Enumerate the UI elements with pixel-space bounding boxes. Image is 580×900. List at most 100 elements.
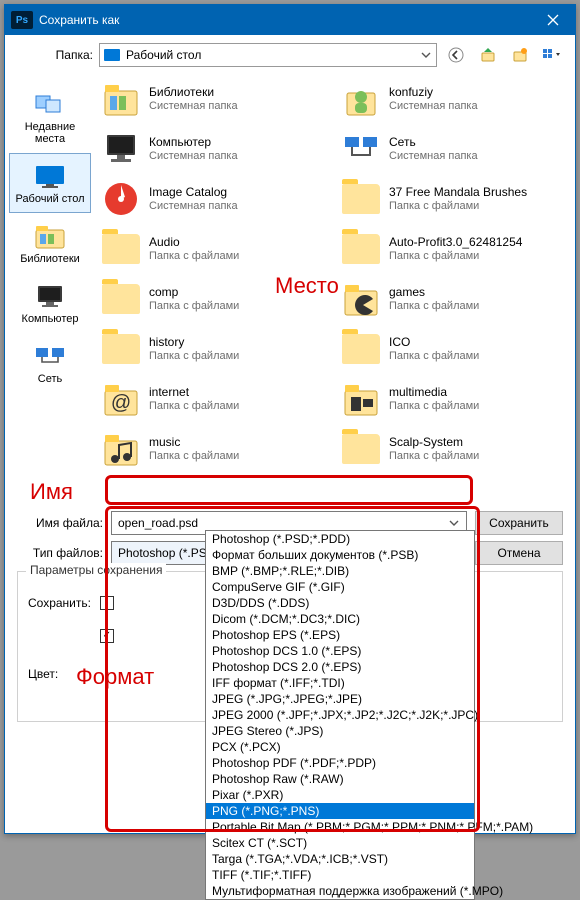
file-name: Auto-Profit3.0_62481254 (389, 235, 522, 250)
filetype-option[interactable]: Scitex CT (*.SCT) (206, 835, 474, 851)
file-sub: Системная папка (389, 100, 478, 114)
filetype-option[interactable]: Photoshop EPS (*.EPS) (206, 627, 474, 643)
file-name: 37 Free Mandala Brushes (389, 185, 527, 200)
file-item[interactable]: musicПапка с файлами (101, 429, 335, 469)
net-icon (341, 129, 381, 169)
folder-icon (101, 329, 141, 369)
file-name: Сеть (389, 135, 478, 150)
filetype-option[interactable]: Photoshop Raw (*.RAW) (206, 771, 474, 787)
file-item[interactable]: ICOПапка с файлами (341, 329, 575, 369)
sidebar-item-recent[interactable]: Недавние места (5, 81, 95, 153)
games-icon (341, 279, 381, 319)
folder-icon (341, 229, 381, 269)
file-name: history (149, 335, 239, 350)
file-item[interactable]: AudioПапка с файлами (101, 229, 335, 269)
folder-combo[interactable]: Рабочий стол (99, 43, 437, 67)
filetype-option[interactable]: Мультиформатная поддержка изображений (*… (206, 883, 474, 899)
sidebar-item-net[interactable]: Сеть (5, 333, 95, 393)
sidebar-item-label: Компьютер (22, 313, 79, 325)
sidebar-item-pc[interactable]: Компьютер (5, 273, 95, 333)
net-icon (32, 341, 68, 371)
file-sub: Системная папка (149, 150, 238, 164)
file-item[interactable]: 37 Free Mandala BrushesПапка с файлами (341, 179, 575, 219)
checkbox[interactable] (100, 596, 114, 610)
folder-icon (341, 329, 381, 369)
file-sub: Системная папка (149, 100, 238, 114)
filetype-label: Тип файлов: (17, 546, 103, 560)
file-item[interactable]: @internetПапка с файлами (101, 379, 335, 419)
file-item[interactable]: gamesПапка с файлами (341, 279, 575, 319)
file-item[interactable]: historyПапка с файлами (101, 329, 335, 369)
internet-icon: @ (101, 379, 141, 419)
up-button[interactable] (475, 43, 501, 67)
folder-label: Папка: (15, 48, 93, 62)
filetype-option[interactable]: Photoshop PDF (*.PDF;*.PDP) (206, 755, 474, 771)
catalog-icon (101, 179, 141, 219)
sidebar-item-label: Сеть (38, 373, 62, 385)
filetype-option[interactable]: IFF формат (*.IFF;*.TDI) (206, 675, 474, 691)
folder-value: Рабочий стол (126, 48, 201, 62)
file-area[interactable]: БиблиотекиСистемная папкаkonfuziyСистемн… (95, 75, 575, 505)
filetype-option[interactable]: Photoshop DCS 1.0 (*.EPS) (206, 643, 474, 659)
filetype-dropdown[interactable]: Photoshop (*.PSD;*.PDD)Формат больших до… (205, 530, 475, 900)
checkbox-checked[interactable]: ✓ (100, 629, 114, 643)
filetype-option[interactable]: JPEG 2000 (*.JPF;*.JPX;*.JP2;*.J2C;*.J2K… (206, 707, 474, 723)
file-sub: Папка с файлами (389, 400, 479, 414)
file-name: Компьютер (149, 135, 238, 150)
filetype-option[interactable]: Portable Bit Map (*.PBM;*.PGM;*.PPM;*.PN… (206, 819, 474, 835)
filetype-option[interactable]: CompuServe GIF (*.GIF) (206, 579, 474, 595)
file-item[interactable]: konfuziyСистемная папка (341, 79, 575, 119)
music-icon (101, 429, 141, 469)
file-name: Audio (149, 235, 239, 250)
sidebar-item-label: Рабочий стол (15, 193, 84, 205)
file-sub: Системная папка (389, 150, 478, 164)
file-item[interactable]: СетьСистемная папка (341, 129, 575, 169)
filename-label: Имя файла: (17, 516, 103, 530)
filetype-option[interactable]: BMP (*.BMP;*.RLE;*.DIB) (206, 563, 474, 579)
filetype-option[interactable]: D3D/DDS (*.DDS) (206, 595, 474, 611)
sidebar-item-label: Недавние места (25, 121, 76, 145)
file-item[interactable]: БиблиотекиСистемная папка (101, 79, 335, 119)
file-name: konfuziy (389, 85, 478, 100)
file-name: Scalp-System (389, 435, 479, 450)
sidebar-item-libs[interactable]: Библиотеки (5, 213, 95, 273)
new-folder-button[interactable] (507, 43, 533, 67)
file-item[interactable]: КомпьютерСистемная папка (101, 129, 335, 169)
file-item[interactable]: Scalp-SystemПапка с файлами (341, 429, 575, 469)
cancel-button[interactable]: Отмена (475, 541, 563, 565)
color-sub-label: Цвет: (28, 667, 92, 681)
file-name: ICO (389, 335, 479, 350)
view-menu-button[interactable] (539, 43, 565, 67)
file-item[interactable]: Auto-Profit3.0_62481254Папка с файлами (341, 229, 575, 269)
filetype-option[interactable]: JPEG Stereo (*.JPS) (206, 723, 474, 739)
filetype-option[interactable]: JPEG (*.JPG;*.JPEG;*.JPE) (206, 691, 474, 707)
file-sub: Папка с файлами (389, 300, 479, 314)
filetype-option[interactable]: Dicom (*.DCM;*.DC3;*.DIC) (206, 611, 474, 627)
back-button[interactable] (443, 43, 469, 67)
libs-icon (101, 79, 141, 119)
filetype-option[interactable]: TIFF (*.TIF;*.TIFF) (206, 867, 474, 883)
pc-icon (101, 129, 141, 169)
user-icon (341, 79, 381, 119)
sidebar-item-desktop[interactable]: Рабочий стол (9, 153, 91, 213)
filetype-option[interactable]: PCX (*.PCX) (206, 739, 474, 755)
file-sub: Папка с файлами (149, 400, 239, 414)
close-button[interactable] (531, 5, 575, 35)
file-item[interactable]: multimediaПапка с файлами (341, 379, 575, 419)
filetype-option[interactable]: Photoshop DCS 2.0 (*.EPS) (206, 659, 474, 675)
filetype-option[interactable]: Формат больших документов (*.PSB) (206, 547, 474, 563)
save-button[interactable]: Сохранить (475, 511, 563, 535)
file-sub: Папка с файлами (149, 250, 239, 264)
photoshop-icon: Ps (11, 11, 33, 29)
filetype-option[interactable]: PNG (*.PNG;*.PNS) (206, 803, 474, 819)
filetype-option[interactable]: Pixar (*.PXR) (206, 787, 474, 803)
folder-icon (101, 279, 141, 319)
mm-icon (341, 379, 381, 419)
filetype-option[interactable]: Photoshop (*.PSD;*.PDD) (206, 531, 474, 547)
file-item[interactable]: compПапка с файлами (101, 279, 335, 319)
folder-icon (101, 229, 141, 269)
file-item[interactable]: Image CatalogСистемная папка (101, 179, 335, 219)
svg-text:@: @ (111, 392, 131, 414)
filetype-option[interactable]: Targa (*.TGA;*.VDA;*.ICB;*.VST) (206, 851, 474, 867)
folder-icon (341, 429, 381, 469)
